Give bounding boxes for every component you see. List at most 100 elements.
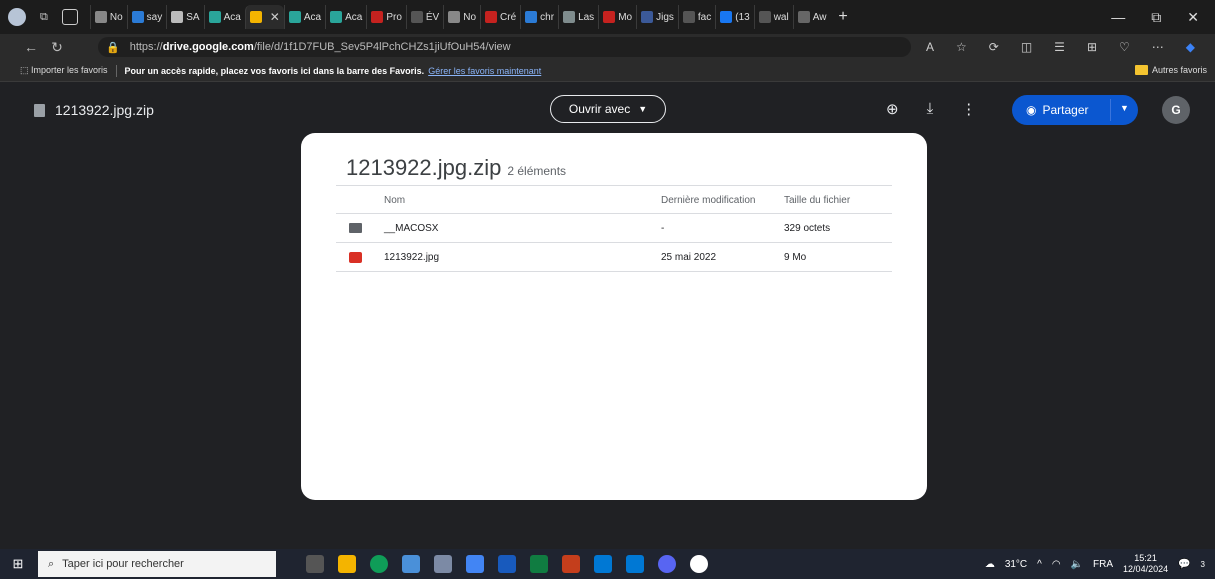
tab-label: Aca [303, 11, 322, 23]
tab-label: Cré [500, 11, 517, 23]
restore-icon[interactable]: ⧉ [1151, 9, 1161, 26]
minimize-icon[interactable]: — [1111, 9, 1125, 25]
taskbar-search-input[interactable]: ⌕ Taper ici pour rechercher [38, 551, 276, 577]
task-view-icon[interactable] [306, 555, 324, 573]
browser-tab[interactable]: Pro [366, 5, 406, 29]
browser-tab[interactable]: Jigs [636, 5, 678, 29]
url-path: /file/d/1f1D7FUB_Sev5P4lPchCHZs1jiUfOuH5… [253, 41, 511, 53]
close-window-icon[interactable]: ✕ [1187, 9, 1199, 26]
tab-favicon-icon [603, 11, 616, 23]
row-size: 9 Mo [784, 252, 807, 263]
discord-icon[interactable] [658, 555, 676, 573]
url-input[interactable]: 🔒 https:// drive.google.com /file/d/1f1D… [98, 37, 911, 57]
word-icon[interactable] [498, 555, 516, 573]
browser-tab[interactable]: ÉV [405, 5, 443, 29]
app-icon[interactable] [402, 555, 420, 573]
browser-tab[interactable]: Las [558, 5, 598, 29]
new-tab-button[interactable]: + [838, 8, 847, 26]
volume-icon[interactable]: 🔈 [1071, 559, 1083, 570]
browser-tab[interactable]: Mo [598, 5, 636, 29]
copilot-icon[interactable]: ◆ [1186, 40, 1195, 54]
lock-icon: 🔒 [106, 41, 120, 54]
weather-temp[interactable]: 31°C [1005, 559, 1027, 570]
user-avatar[interactable]: G [1162, 96, 1190, 124]
browser-tab[interactable]: wal [753, 5, 793, 29]
image-file-icon [349, 252, 362, 263]
file-explorer-icon[interactable] [338, 555, 356, 573]
open-with-button[interactable]: Ouvrir avec ▼ [550, 95, 666, 123]
download-icon[interactable]: ⤓ [927, 100, 934, 118]
github-icon[interactable] [690, 555, 708, 573]
read-aloud-icon[interactable]: A [926, 40, 934, 54]
windows-start-icon[interactable]: ⊞ [4, 556, 32, 572]
extensions-icon[interactable]: ⟳ [989, 40, 999, 54]
tab-favicon-icon [682, 11, 695, 23]
row-modified: - [661, 223, 665, 234]
browser-tab[interactable]: fac [677, 5, 715, 29]
table-row[interactable]: __MACOSX - 329 octets [336, 214, 892, 243]
add-shortcut-icon[interactable]: ⊕ [886, 100, 899, 118]
tab-favicon-icon [131, 11, 144, 23]
wifi-icon[interactable]: ◠ [1052, 559, 1061, 570]
other-favorites-button[interactable]: Autres favoris [1134, 65, 1207, 75]
tab-favicon-icon [758, 11, 771, 23]
browser-tab[interactable]: (13 [715, 5, 753, 29]
edge-icon[interactable] [370, 555, 388, 573]
browser-tab[interactable]: Cré [480, 5, 520, 29]
browser-tab[interactable]: No [443, 5, 480, 29]
zip-file-icon [34, 103, 45, 117]
browser-tab[interactable]: chr [520, 5, 558, 29]
favorites-icon[interactable]: ☰ [1054, 40, 1065, 54]
tab-actions-icon[interactable] [61, 9, 78, 25]
item-count: 2 éléments [507, 164, 567, 178]
calendar-icon[interactable] [466, 555, 484, 573]
refresh-icon[interactable]: ↻ [44, 39, 70, 56]
notification-icon[interactable]: 💬 [1178, 559, 1190, 570]
outlook-icon[interactable] [626, 555, 644, 573]
more-actions-icon[interactable]: ⋮ [961, 100, 976, 118]
browser-tab[interactable]: Aw [792, 5, 831, 29]
tab-favicon-icon [410, 11, 423, 23]
app-icon[interactable] [434, 555, 452, 573]
zip-title: 1213922.jpg.zip [346, 155, 502, 180]
tab-favicon-icon [371, 11, 384, 23]
back-icon[interactable]: ← [18, 39, 44, 55]
more-icon[interactable]: ⋯ [1152, 40, 1164, 54]
tab-label: Pro [386, 11, 402, 23]
tab-list: No say SA Aca ✕ Aca Aca Pro ÉV No Cré chr Las Mo Jigs f… [89, 0, 831, 34]
mail-icon[interactable] [594, 555, 612, 573]
folder-icon [1134, 65, 1148, 75]
share-dropdown-icon[interactable]: ▼ [1120, 103, 1129, 113]
workspaces-icon[interactable]: ⧉ [40, 11, 48, 24]
tab-label: say [146, 11, 163, 23]
browser-profile-avatar[interactable] [8, 8, 26, 26]
split-screen-icon[interactable]: ◫ [1021, 40, 1032, 54]
windows-taskbar: ⊞ ⌕ Taper ici pour rechercher ☁ 31°C ^ ◠… [0, 549, 1215, 579]
import-favorites-button[interactable]: ⬚ Importer les favoris [20, 65, 108, 76]
browser-tab[interactable]: ✕ [244, 5, 284, 29]
close-tab-icon[interactable]: ✕ [270, 10, 280, 24]
clock[interactable]: 15:21 12/04/2024 [1123, 553, 1168, 575]
favorite-star-icon[interactable]: ☆ [956, 40, 967, 54]
tab-favicon-icon [563, 11, 576, 23]
collections-icon[interactable]: ⊞ [1087, 40, 1097, 54]
row-modified: 25 mai 2022 [661, 252, 717, 263]
browser-tab[interactable]: Aca [203, 5, 245, 29]
browser-tab[interactable]: Aca [325, 5, 366, 29]
browser-tab[interactable]: No [89, 5, 127, 29]
browser-tab[interactable]: say [126, 5, 167, 29]
browser-tab[interactable]: Aca [283, 5, 325, 29]
performance-icon[interactable]: ♡ [1119, 40, 1130, 54]
tray-arrow-icon[interactable]: ^ [1037, 559, 1042, 570]
language-indicator[interactable]: FRA [1093, 559, 1113, 570]
tab-favicon-icon [288, 11, 301, 23]
browser-tab[interactable]: SA [166, 5, 203, 29]
tab-label: chr [540, 11, 555, 23]
browser-tab-strip: ⧉ No say SA Aca ✕ Aca Aca Pro ÉV No Cré chr Las Mo Jig… [0, 0, 1215, 34]
excel-icon[interactable] [530, 555, 548, 573]
table-row[interactable]: 1213922.jpg 25 mai 2022 9 Mo [336, 243, 892, 272]
share-button[interactable]: ◉ Partager ▼ [1012, 95, 1138, 125]
powerpoint-icon[interactable] [562, 555, 580, 573]
manage-favorites-link[interactable]: Gérer les favoris maintenant [428, 66, 541, 76]
tab-label: ÉV [425, 11, 440, 23]
